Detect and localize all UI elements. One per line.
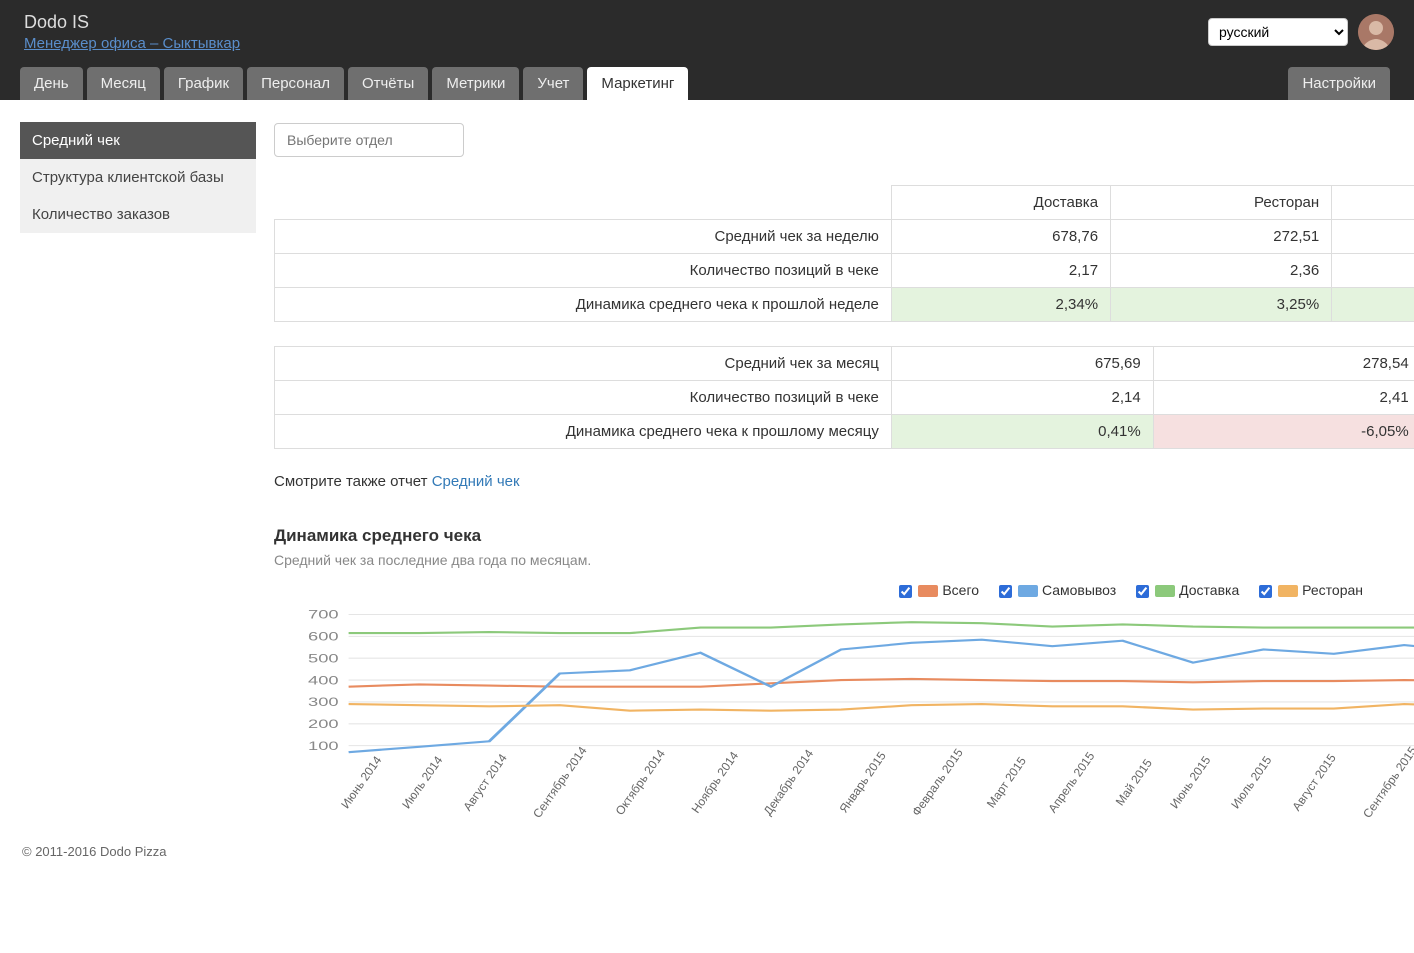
language-select[interactable]: русский bbox=[1208, 18, 1348, 46]
svg-text:700: 700 bbox=[308, 609, 339, 622]
tab-метрики[interactable]: Метрики bbox=[432, 67, 519, 100]
svg-text:100: 100 bbox=[308, 740, 339, 753]
tab-график[interactable]: График bbox=[164, 67, 243, 100]
sidebar-item-0[interactable]: Средний чек bbox=[20, 122, 256, 159]
legend-item[interactable]: Самовывоз bbox=[999, 582, 1116, 598]
chart-series-Доставка bbox=[349, 616, 1414, 634]
table-row: Количество позиций в чеке2,142,411,842,3… bbox=[275, 381, 1414, 415]
see-also: Смотрите также отчет Средний чек bbox=[274, 473, 1414, 490]
chart-subtitle: Средний чек за последние два года по мес… bbox=[274, 552, 1414, 568]
chart-title: Динамика среднего чека bbox=[274, 526, 1414, 546]
table-row: Динамика среднего чека к прошлой неделе2… bbox=[275, 288, 1414, 322]
user-avatar[interactable] bbox=[1358, 14, 1394, 50]
tab-учет[interactable]: Учет bbox=[523, 67, 583, 100]
legend-item[interactable]: Ресторан bbox=[1259, 582, 1363, 598]
avg-check-chart: 100 200 300 400 500 600 700 bbox=[282, 606, 1414, 776]
legend-item[interactable]: Всего bbox=[899, 582, 979, 598]
col-header: Ресторан bbox=[1111, 186, 1332, 220]
department-select[interactable] bbox=[274, 123, 464, 157]
table-row: Динамика среднего чека к прошлому месяцу… bbox=[275, 415, 1414, 449]
location-link[interactable]: Менеджер офиса – Сыктывкар bbox=[24, 35, 240, 52]
table-row: Средний чек за месяц675,69278,54486,2740… bbox=[275, 347, 1414, 381]
svg-text:300: 300 bbox=[308, 696, 339, 709]
legend-checkbox[interactable] bbox=[1259, 585, 1272, 598]
svg-text:200: 200 bbox=[308, 718, 339, 731]
tab-день[interactable]: День bbox=[20, 67, 83, 100]
col-header: Доставка bbox=[891, 186, 1110, 220]
tab-персонал[interactable]: Персонал bbox=[247, 67, 344, 100]
col-header: Самовывоз bbox=[1332, 186, 1414, 220]
legend-checkbox[interactable] bbox=[899, 585, 912, 598]
footer-copyright: © 2011-2016 Dodo Pizza bbox=[0, 804, 1414, 873]
svg-text:600: 600 bbox=[308, 631, 339, 644]
legend-checkbox[interactable] bbox=[999, 585, 1012, 598]
tab-settings[interactable]: Настройки bbox=[1288, 67, 1390, 100]
chart-series-Всего bbox=[349, 676, 1414, 687]
tab-маркетинг[interactable]: Маркетинг bbox=[587, 67, 688, 100]
svg-text:400: 400 bbox=[308, 674, 339, 687]
chart-series-Ресторан bbox=[349, 703, 1414, 711]
see-also-link[interactable]: Средний чек bbox=[432, 473, 520, 490]
sidebar-item-1[interactable]: Структура клиентской базы bbox=[20, 159, 256, 196]
app-title: Dodo IS bbox=[24, 12, 1208, 33]
legend-item[interactable]: Доставка bbox=[1136, 582, 1239, 598]
tab-месяц[interactable]: Месяц bbox=[87, 67, 160, 100]
sidebar-item-2[interactable]: Количество заказов bbox=[20, 196, 256, 233]
legend-checkbox[interactable] bbox=[1136, 585, 1149, 598]
tab-отчёты[interactable]: Отчёты bbox=[348, 67, 428, 100]
table-row: Средний чек за неделю678,76272,51557,053… bbox=[275, 220, 1414, 254]
svg-text:500: 500 bbox=[308, 653, 339, 666]
table-row: Количество позиций в чеке2,172,361,622,3… bbox=[275, 254, 1414, 288]
